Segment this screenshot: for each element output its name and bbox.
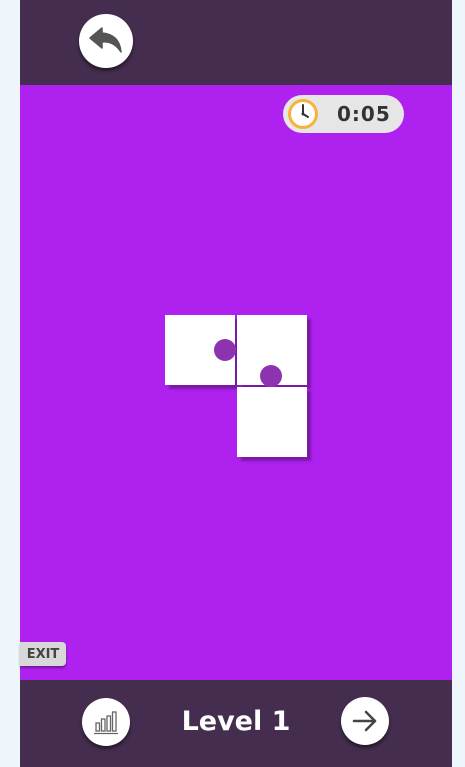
bottom-bar: Level 1 [20,680,452,767]
back-button[interactable] [79,14,133,68]
game-board: 0:05 EXIT [20,85,452,680]
puzzle-tile[interactable] [165,315,236,385]
bar-chart-icon [94,711,118,735]
next-button[interactable] [341,697,389,745]
clock-icon [288,99,318,129]
tile-dot [260,365,282,387]
top-bar [20,0,452,85]
stats-button[interactable] [82,698,130,746]
arrow-right-icon [352,710,377,732]
exit-button[interactable]: EXIT [20,642,66,666]
level-label: Level 1 [181,706,291,737]
back-arrow-icon [89,27,122,53]
timer-value: 0:05 [337,102,391,126]
timer-badge: 0:05 [283,95,404,133]
game-screen: 0:05 EXIT Level 1 [20,0,452,767]
puzzle-tile[interactable] [237,387,307,457]
puzzle-tile[interactable] [237,315,307,387]
tile-dot [214,339,236,361]
